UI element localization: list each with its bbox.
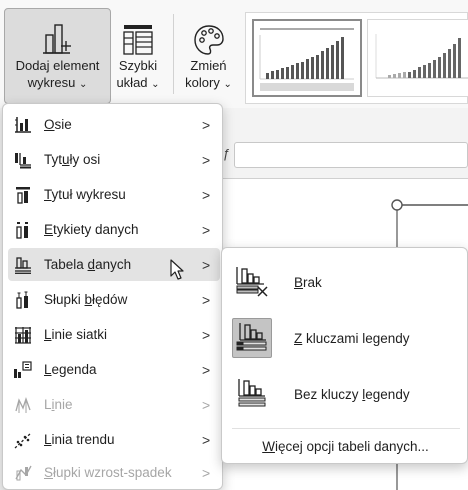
menu-item-label: Linie: [44, 397, 73, 412]
menu-item-label: Legenda: [44, 362, 97, 377]
submenu-item-label: Bez kluczy legendy: [294, 386, 410, 402]
submenu-arrow-icon: >: [202, 221, 211, 238]
menu-item-data-table[interactable]: Tabela danych >: [8, 248, 220, 281]
submenu-arrow-icon: >: [202, 291, 211, 308]
menu-item-lines[interactable]: Linie >: [8, 388, 220, 421]
menu-item-axes[interactable]: Osie >: [8, 108, 220, 141]
menu-item-label: Tytuły osi: [44, 152, 101, 167]
lines-icon: [8, 396, 38, 414]
data-table-with-keys-icon: [232, 318, 272, 358]
data-labels-icon: [8, 221, 38, 239]
menu-item-label: Etykiety danych: [44, 222, 139, 237]
menu-item-trendline[interactable]: Linia trendu >: [8, 423, 220, 456]
gridlines-icon: [8, 326, 38, 344]
more-data-table-options-link[interactable]: Więcej opcji tabeli danych...: [222, 431, 468, 461]
submenu-item-none[interactable]: Brak: [228, 254, 468, 310]
chart-design-ribbon: Dodaj element wykresu ⌄ Szybki układ ⌄ Z…: [0, 0, 468, 108]
quick-layout-icon: [121, 9, 155, 57]
chart-styles-gallery: [245, 12, 468, 104]
trendline-icon: [8, 431, 38, 449]
menu-item-chart-title[interactable]: Tytuł wykresu >: [8, 178, 220, 211]
menu-item-up-down-bars[interactable]: Słupki wzrost-spadek >: [8, 456, 220, 489]
submenu-item-without-legend-keys[interactable]: Bez kluczy legendy: [228, 366, 468, 422]
change-colors-button[interactable]: Zmień kolory ⌄: [181, 8, 236, 104]
axes-icon: [8, 116, 38, 134]
chart-style-thumbnail-2[interactable]: [367, 19, 468, 97]
data-table-no-keys-icon: [232, 374, 272, 414]
add-chart-element-menu: Osie > Tytuły osi > Tytuł wykresu > Etyk…: [2, 103, 223, 490]
menu-item-label: Linia trendu: [44, 432, 115, 447]
menu-item-label: Tytuł wykresu: [44, 187, 126, 202]
submenu-arrow-icon: >: [202, 396, 211, 413]
submenu-divider: [232, 428, 460, 429]
submenu-item-with-legend-keys[interactable]: Z kluczami legendy: [228, 310, 468, 366]
add-chart-element-label: Dodaj element wykresu ⌄: [15, 58, 100, 90]
submenu-item-label: Z kluczami legendy: [294, 330, 410, 346]
submenu-item-label: Brak: [294, 274, 322, 290]
chart-style-thumbnail-1[interactable]: [252, 19, 362, 97]
submenu-arrow-icon: >: [202, 361, 211, 378]
menu-item-gridlines[interactable]: Linie siatki >: [8, 318, 220, 351]
chart-title-icon: [8, 186, 38, 204]
no-data-table-icon: [232, 262, 272, 302]
submenu-arrow-icon: >: [202, 464, 211, 481]
menu-item-data-labels[interactable]: Etykiety danych >: [8, 213, 220, 246]
menu-item-label: Osie: [44, 117, 72, 132]
function-icon: ƒ: [223, 146, 231, 161]
submenu-arrow-icon: >: [202, 431, 211, 448]
add-chart-element-icon: [40, 9, 76, 57]
palette-icon: [192, 9, 226, 57]
menu-item-label: Słupki wzrost-spadek: [44, 465, 172, 480]
menu-item-axis-titles[interactable]: Tytuły osi >: [8, 143, 220, 176]
menu-item-label: Linie siatki: [44, 327, 108, 342]
data-table-submenu: Brak Z kluczami legendy Bez kluczy legen…: [221, 247, 468, 464]
quick-layout-button[interactable]: Szybki układ ⌄: [112, 8, 164, 104]
formula-bar[interactable]: ƒ: [223, 142, 468, 168]
menu-item-legend[interactable]: Legenda >: [8, 353, 220, 386]
data-table-icon: [8, 256, 38, 274]
menu-item-error-bars[interactable]: Słupki błędów >: [8, 283, 220, 316]
mouse-pointer-icon: [170, 259, 184, 280]
change-colors-label: Zmień kolory ⌄: [185, 58, 232, 90]
legend-icon: [8, 360, 38, 379]
submenu-arrow-icon: >: [202, 151, 211, 168]
quick-layout-label: Szybki układ ⌄: [116, 58, 160, 90]
add-chart-element-button[interactable]: Dodaj element wykresu ⌄: [4, 8, 111, 104]
submenu-arrow-icon: >: [202, 186, 211, 203]
submenu-arrow-icon: >: [202, 256, 211, 273]
error-bars-icon: [8, 291, 38, 309]
submenu-arrow-icon: >: [202, 326, 211, 343]
axis-titles-icon: [8, 151, 38, 169]
ribbon-separator: [173, 14, 174, 94]
up-down-bars-icon: [8, 464, 38, 482]
menu-item-label: Słupki błędów: [44, 292, 128, 307]
submenu-arrow-icon: >: [202, 116, 211, 133]
